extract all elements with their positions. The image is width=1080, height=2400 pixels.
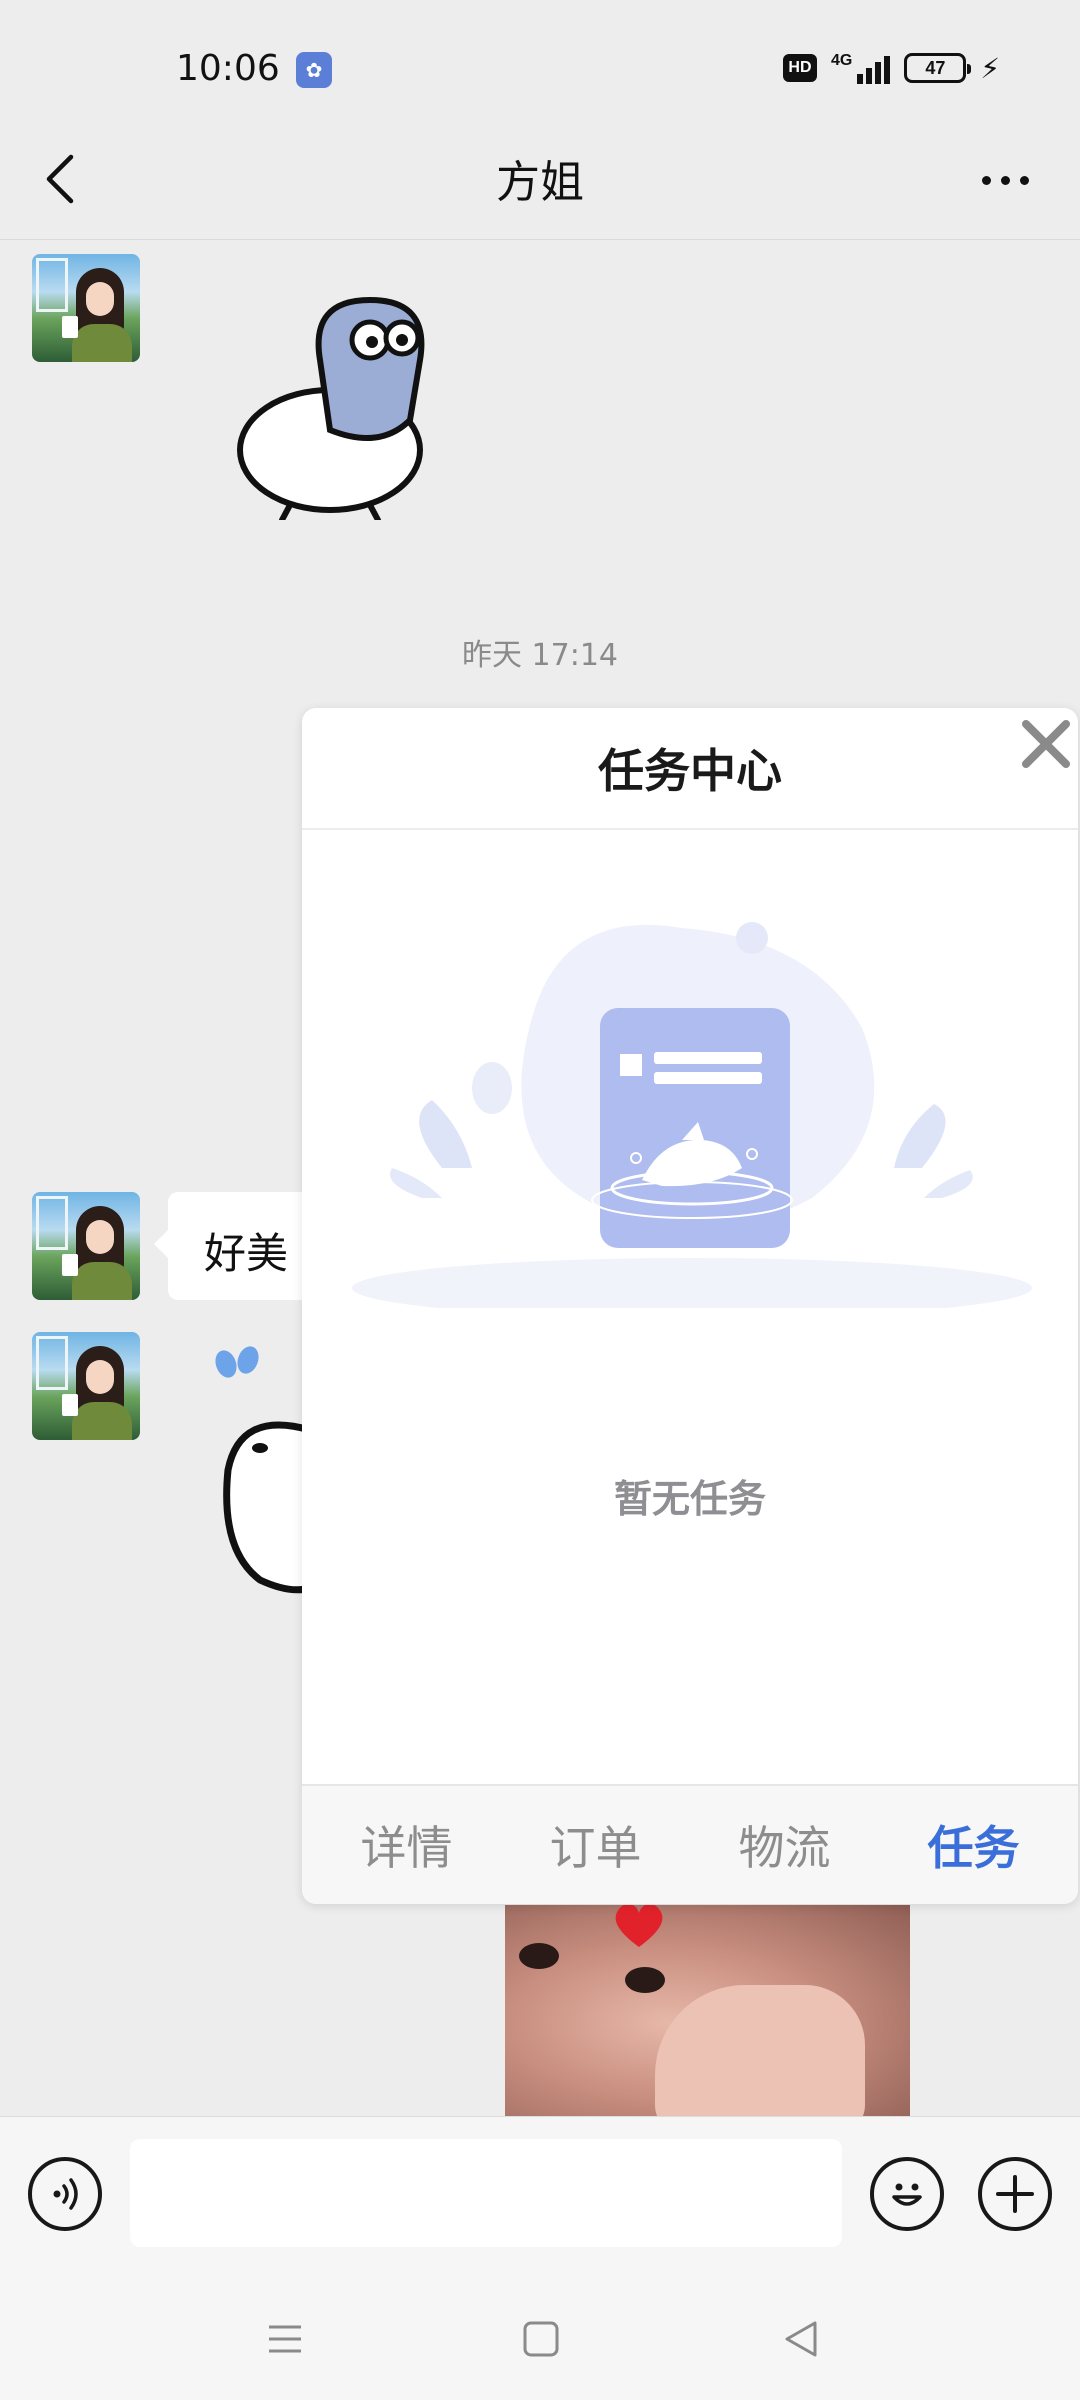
system-navigation-bar — [0, 2276, 1080, 2400]
hd-badge: HD — [782, 54, 817, 82]
tab-details[interactable]: 详情 — [361, 1812, 453, 1878]
task-center-title: 任务中心 — [598, 744, 782, 798]
status-indicators: HD 4G 47 ⚡ — [782, 48, 1000, 88]
home-nav-button[interactable] — [516, 2314, 566, 2364]
menu-nav-button[interactable] — [260, 2314, 310, 2364]
avatar[interactable] — [32, 1192, 140, 1300]
emoji-button[interactable] — [870, 2157, 944, 2231]
message-input[interactable] — [130, 2139, 842, 2247]
back-triangle-icon — [785, 2321, 817, 2357]
task-center-header: 任务中心 — [302, 708, 1078, 830]
menu-icon — [269, 2325, 301, 2353]
message-input-bar — [0, 2116, 1080, 2276]
chat-header: 方姐 — [0, 120, 1080, 240]
more-dots-icon — [981, 175, 991, 185]
notification-app-icon: ✿ — [296, 52, 332, 88]
chat-title: 方姐 — [496, 157, 584, 208]
penguin-sticker[interactable] — [230, 280, 470, 520]
status-time: 10:06 — [176, 48, 280, 89]
tab-logistics[interactable]: 物流 — [739, 1812, 831, 1878]
home-square-icon — [523, 2321, 559, 2357]
empty-state-illustration — [352, 922, 1032, 1308]
status-bar: 10:06 ✿ HD 4G 47 ⚡ — [0, 0, 1080, 140]
voice-icon — [53, 2178, 78, 2210]
voice-button[interactable] — [28, 2157, 102, 2231]
tab-tasks[interactable]: 任务 — [928, 1812, 1020, 1878]
avatar[interactable] — [32, 1332, 140, 1440]
charging-icon: ⚡ — [980, 51, 1000, 85]
empty-state-text: 暂无任务 — [613, 1477, 766, 1521]
task-center-panel: 任务中心 暂无任务 详情 订单 物流 任务 — [302, 708, 1078, 1904]
emoji-icon — [892, 2183, 922, 2206]
network-type-label: 4G — [830, 52, 853, 69]
more-options-button[interactable] — [970, 150, 1040, 210]
avatar[interactable] — [32, 254, 140, 362]
add-button[interactable] — [978, 2157, 1052, 2231]
battery-level: 47 — [925, 57, 946, 78]
tab-orders[interactable]: 订单 — [550, 1812, 642, 1878]
close-icon[interactable] — [1014, 712, 1078, 776]
back-nav-button[interactable] — [776, 2314, 826, 2364]
photo-message[interactable] — [505, 1905, 910, 2140]
task-center-tabs: 详情 订单 物流 任务 — [302, 1784, 1078, 1904]
plus-icon — [996, 2175, 1034, 2213]
heart-icon — [615, 1905, 663, 1947]
signal-icon: 4G — [830, 52, 891, 84]
message-timestamp: 昨天 17:14 — [462, 638, 618, 673]
battery-icon: 47 — [904, 53, 972, 83]
